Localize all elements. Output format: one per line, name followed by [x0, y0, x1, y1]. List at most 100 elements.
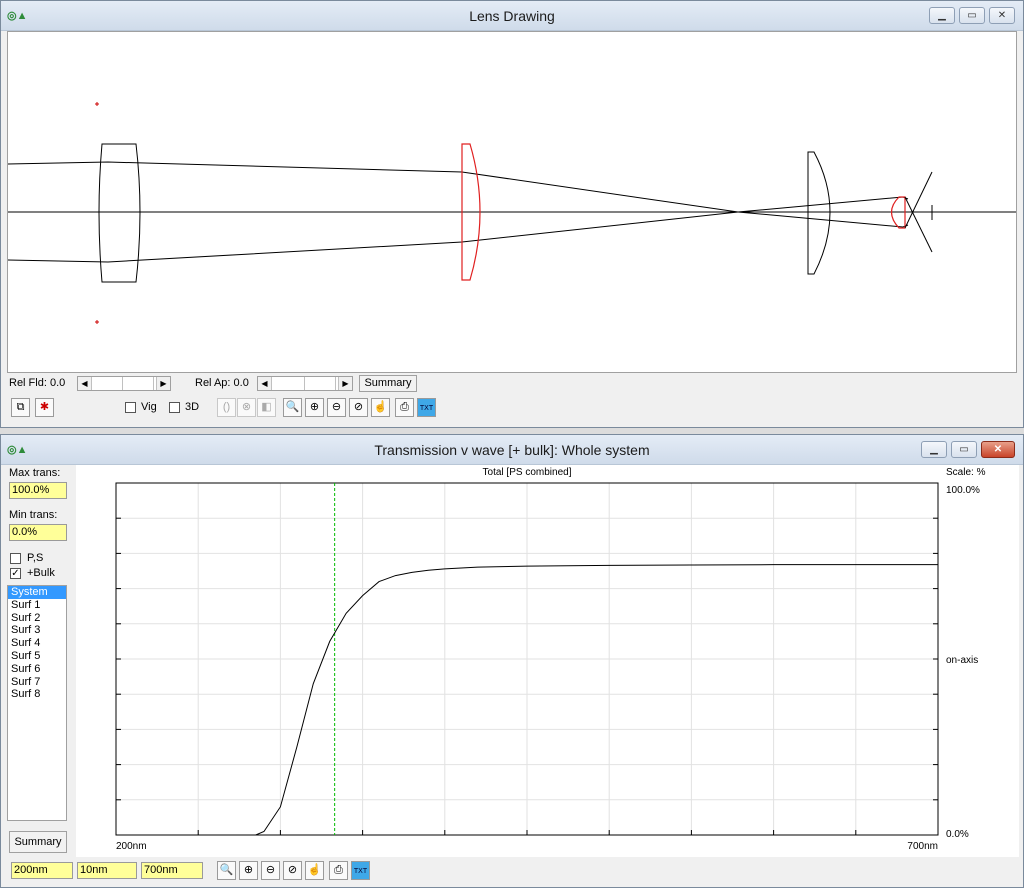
lens-view-button[interactable]: (): [217, 398, 236, 417]
close-icon: ✕: [993, 444, 1003, 455]
lens-window-title: Lens Drawing: [469, 8, 555, 24]
maximize-icon: ▭: [959, 444, 969, 455]
threed-checkbox[interactable]: [169, 402, 180, 413]
list-item[interactable]: Surf 1: [8, 599, 66, 612]
list-item[interactable]: Surf 8: [8, 688, 66, 701]
scroll-left-icon[interactable]: ◀: [78, 377, 92, 390]
raytrace-tool-button[interactable]: ✱: [35, 398, 54, 417]
transmission-plot[interactable]: Total [PS combined] Scale: % 100.0% 0.0% on-…: [76, 465, 1019, 857]
zoom-reset-button[interactable]: ⊘: [349, 398, 368, 417]
lens-view-icon: (): [222, 401, 231, 413]
zoom-fit-icon: 🔍: [285, 401, 300, 413]
wave-step-field[interactable]: 10nm: [77, 862, 137, 879]
rel-ap-label: Rel Ap: 0.0: [195, 377, 249, 389]
rotate-view-button[interactable]: ⊗: [237, 398, 256, 417]
scroll-right-icon[interactable]: ▶: [338, 377, 352, 390]
raytrace-icon: ✱: [39, 401, 50, 413]
transmission-chart: Total [PS combined] Scale: % 100.0% 0.0% on-…: [115, 467, 986, 852]
marginal-ray-lower: [7, 196, 909, 263]
zoom-out-icon: ⊖: [265, 864, 276, 876]
rel-fld-scrollbar[interactable]: ◀ ▶: [77, 376, 171, 391]
vig-checkbox[interactable]: [125, 402, 136, 413]
exit-ray-1: [904, 196, 933, 253]
list-item[interactable]: Surf 7: [8, 676, 66, 689]
min-trans-label: Min trans:: [9, 509, 58, 521]
threed-label: 3D: [185, 401, 200, 413]
max-trans-label: Max trans:: [9, 467, 61, 479]
minimize-icon: ▁: [938, 10, 946, 21]
scroll-right-icon[interactable]: ▶: [156, 377, 170, 390]
close-button[interactable]: ✕: [981, 441, 1015, 458]
zoom-in-icon: ⊕: [309, 401, 320, 413]
zoom-in-icon: ⊕: [243, 864, 254, 876]
print-button[interactable]: ⎙: [395, 398, 414, 417]
zoom-out-button[interactable]: ⊖: [261, 861, 280, 880]
ps-checkbox[interactable]: [10, 553, 21, 564]
zoom-fit-button[interactable]: 🔍: [283, 398, 302, 417]
pan-button[interactable]: ☝: [371, 398, 390, 417]
scroll-thumb[interactable]: [122, 377, 154, 390]
chart-title: Total [PS combined]: [483, 467, 572, 478]
list-item[interactable]: Surf 3: [8, 624, 66, 637]
scroll-thumb[interactable]: [304, 377, 336, 390]
maximize-button[interactable]: ▭: [951, 441, 977, 458]
flip-icon: ◧: [261, 401, 272, 413]
minimize-icon: ▁: [930, 444, 938, 455]
maximize-button[interactable]: ▭: [959, 7, 985, 24]
lens-summary-button[interactable]: Summary: [359, 375, 417, 392]
zoom-reset-button[interactable]: ⊘: [283, 861, 302, 880]
zoom-out-icon: ⊖: [331, 401, 342, 413]
series-label: on-axis: [946, 655, 978, 666]
bulk-checkbox[interactable]: ✓: [10, 568, 21, 579]
print-button[interactable]: ⎙: [329, 861, 348, 880]
zoom-out-button[interactable]: ⊖: [327, 398, 346, 417]
scroll-left-icon[interactable]: ◀: [258, 377, 272, 390]
export-text-button[interactable]: TXT: [417, 398, 436, 417]
printer-icon: ⎙: [334, 864, 343, 876]
zoom-in-button[interactable]: ⊕: [305, 398, 324, 417]
zoom-in-button[interactable]: ⊕: [239, 861, 258, 880]
bulk-label: +Bulk: [27, 567, 55, 579]
lens-titlebar[interactable]: ◎▲ Lens Drawing ▁ ▭ ✕: [1, 1, 1023, 31]
x-max-label: 700nm: [907, 841, 938, 852]
list-item[interactable]: Surf 4: [8, 637, 66, 650]
layout-icon: ⧉: [16, 401, 25, 413]
min-trans-field[interactable]: 0.0%: [9, 524, 67, 541]
rel-fld-label: Rel Fld: 0.0: [9, 377, 66, 389]
lens-drawing-window: ◎▲ Lens Drawing ▁ ▭ ✕ Rel Fld: 0.0 ◀ ▶ R…: [0, 0, 1024, 428]
x-min-label: 200nm: [116, 841, 147, 852]
list-item[interactable]: Surf 6: [8, 663, 66, 676]
list-item[interactable]: System: [8, 586, 66, 599]
ps-label: P,S: [27, 552, 44, 564]
layout-tool-button[interactable]: ⧉: [11, 398, 30, 417]
max-trans-field[interactable]: 100.0%: [9, 482, 67, 499]
text-export-icon: TXT: [353, 868, 368, 875]
flip-view-button[interactable]: ◧: [257, 398, 276, 417]
close-button[interactable]: ✕: [989, 7, 1015, 24]
rel-ap-scrollbar[interactable]: ◀ ▶: [257, 376, 353, 391]
lens-status-row: Rel Fld: 0.0 ◀ ▶ Rel Ap: 0.0 ◀ ▶ Summary: [7, 375, 1017, 393]
transmission-window-title: Transmission v wave [+ bulk]: Whole syst…: [374, 442, 650, 458]
zoom-fit-button[interactable]: 🔍: [217, 861, 236, 880]
text-export-icon: TXT: [419, 405, 434, 412]
marginal-ray-upper: [7, 161, 909, 228]
transmission-titlebar[interactable]: ◎▲ Transmission v wave [+ bulk]: Whole s…: [1, 435, 1023, 465]
list-item[interactable]: Surf 2: [8, 612, 66, 625]
zoom-fit-icon: 🔍: [219, 864, 234, 876]
lens-element-3: [807, 151, 831, 275]
wave-end-field[interactable]: 700nm: [141, 862, 203, 879]
list-item[interactable]: Surf 5: [8, 650, 66, 663]
surface-listbox[interactable]: System Surf 1 Surf 2 Surf 3 Surf 4 Surf …: [7, 585, 67, 821]
exit-ray-2: [904, 171, 933, 229]
transmission-window: ◎▲ Transmission v wave [+ bulk]: Whole s…: [0, 434, 1024, 888]
zoom-reset-icon: ⊘: [353, 401, 364, 413]
pan-button[interactable]: ☝: [305, 861, 324, 880]
lens-drawing-canvas[interactable]: [7, 31, 1017, 373]
export-text-button[interactable]: TXT: [351, 861, 370, 880]
trans-summary-button[interactable]: Summary: [9, 831, 67, 853]
wave-start-field[interactable]: 200nm: [11, 862, 73, 879]
minimize-button[interactable]: ▁: [929, 7, 955, 24]
lens-toolbar: ⧉ ✱ Vig 3D () ⊗ ◧ 🔍 ⊕ ⊖ ⊘ ☝ ⎙ TXT: [7, 397, 1017, 419]
zoom-reset-icon: ⊘: [287, 864, 298, 876]
minimize-button[interactable]: ▁: [921, 441, 947, 458]
